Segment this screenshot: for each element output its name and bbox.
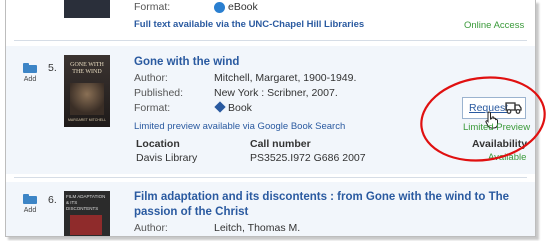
cover-author: MARGARET MITCHELL — [67, 118, 107, 122]
online-access-link[interactable]: Online Access — [464, 20, 524, 31]
author-value: Leitch, Thomas M. — [214, 222, 301, 234]
location-header: Location — [136, 138, 180, 150]
published-label: Published: — [134, 87, 184, 99]
cover-title: GONE WITH THE WIND — [70, 62, 104, 75]
cover-title: FILM ADAPTATION & ITS DISCONTENTS — [66, 194, 106, 211]
folder-icon — [23, 194, 37, 204]
author-label: Author: — [134, 222, 168, 234]
limited-preview-link[interactable]: Limited Preview — [463, 122, 530, 133]
format-label: Format: — [134, 102, 171, 114]
add-button[interactable]: Add — [18, 194, 42, 214]
result-row: Add 5. GONE WITH THE WIND MARGARET MITCH… — [6, 46, 535, 174]
cover-illustration — [70, 83, 104, 115]
add-label: Add — [23, 207, 37, 214]
result-title-link[interactable]: Gone with the wind — [134, 56, 239, 68]
result-row: Add 6. FILM ADAPTATION & ITS DISCONTENTS… — [6, 182, 535, 236]
book-cover[interactable]: FILM ADAPTATION & ITS DISCONTENTS — [64, 191, 110, 236]
search-results-panel: Format: eBook Full text available via th… — [5, 0, 536, 237]
author-label: Author: — [134, 72, 168, 84]
availability-header: Availability — [472, 138, 528, 150]
folder-icon — [23, 63, 37, 73]
callnumber-header: Call number — [250, 138, 311, 150]
format-value: eBook — [228, 1, 258, 13]
book-cover[interactable] — [64, 0, 110, 18]
result-number: 6. — [48, 194, 57, 206]
published-value: New York : Scribner, 2007. — [214, 87, 338, 99]
google-preview-link[interactable]: Limited preview available via Google Boo… — [134, 121, 345, 132]
cover-illustration — [70, 215, 102, 235]
divider — [14, 40, 527, 41]
book-cover[interactable]: GONE WITH THE WIND MARGARET MITCHELL — [64, 55, 110, 127]
location-value: Davis Library — [136, 152, 198, 164]
fulltext-link[interactable]: Full text available via the UNC-Chapel H… — [134, 19, 364, 30]
result-title-link[interactable]: Film adaptation and its discontents : fr… — [134, 190, 529, 220]
result-partial-top: Format: eBook Full text available via th… — [6, 0, 535, 40]
book-icon — [214, 101, 226, 113]
add-label: Add — [23, 76, 37, 83]
author-value: Mitchell, Margaret, 1900-1949. — [214, 72, 357, 84]
ebook-icon — [214, 2, 225, 13]
availability-status: Available — [488, 152, 527, 163]
callnumber-value: PS3525.I972 G686 2007 — [250, 152, 366, 164]
add-button[interactable]: Add — [18, 63, 42, 83]
format-label: Format: — [134, 1, 171, 13]
result-number: 5. — [48, 62, 57, 74]
truck-icon — [505, 102, 522, 114]
format-value: Book — [228, 102, 252, 114]
divider — [14, 177, 527, 178]
